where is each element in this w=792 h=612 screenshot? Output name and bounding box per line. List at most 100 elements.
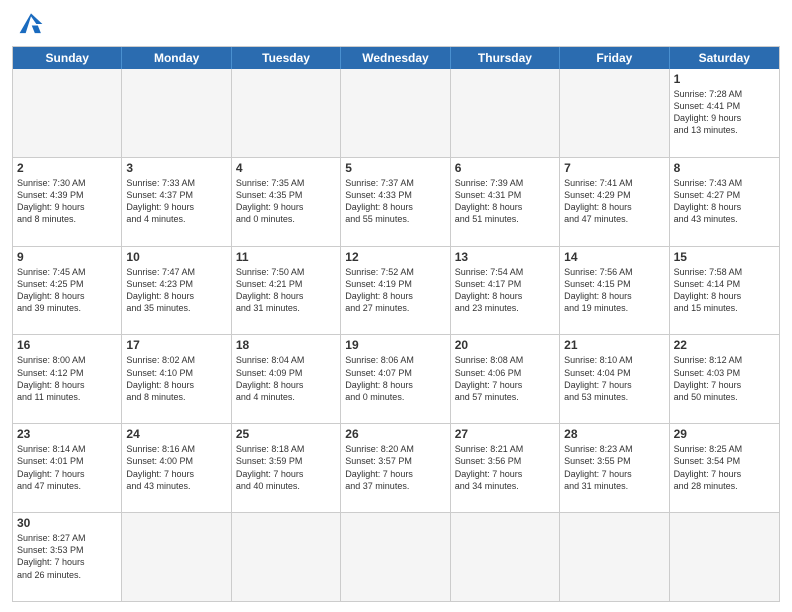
cell-sun-info: Sunrise: 7:33 AM Sunset: 4:37 PM Dayligh… [126, 177, 226, 226]
cell-sun-info: Sunrise: 8:27 AM Sunset: 3:53 PM Dayligh… [17, 532, 117, 581]
cell-day-number: 5 [345, 161, 445, 175]
calendar-cell: 14 Sunrise: 7:56 AM Sunset: 4:15 PM Dayli… [560, 247, 669, 336]
calendar-cell [451, 69, 560, 158]
cell-sun-info: Sunrise: 8:25 AM Sunset: 3:54 PM Dayligh… [674, 443, 775, 492]
header [12, 10, 780, 38]
cell-sun-info: Sunrise: 8:21 AM Sunset: 3:56 PM Dayligh… [455, 443, 555, 492]
cell-day-number: 16 [17, 338, 117, 352]
calendar-cell: 5 Sunrise: 7:37 AM Sunset: 4:33 PM Daylig… [341, 158, 450, 247]
cell-day-number: 20 [455, 338, 555, 352]
calendar-cell: 28 Sunrise: 8:23 AM Sunset: 3:55 PM Dayli… [560, 424, 669, 513]
calendar-cell: 6Sunrise: 7:39 AM Sunset: 4:31 PM Daylig… [451, 158, 560, 247]
cell-day-number: 9 [17, 250, 117, 264]
cell-day-number: 13 [455, 250, 555, 264]
cell-day-number: 29 [674, 427, 775, 441]
cell-sun-info: Sunrise: 8:20 AM Sunset: 3:57 PM Dayligh… [345, 443, 445, 492]
calendar-cell [341, 513, 450, 601]
cell-day-number: 11 [236, 250, 336, 264]
calendar-cell: 15 Sunrise: 7:58 AM Sunset: 4:14 PM Dayli… [670, 247, 779, 336]
day-header-monday: Monday [122, 47, 231, 69]
cell-day-number: 19 [345, 338, 445, 352]
calendar-cell: 30Sunrise: 8:27 AM Sunset: 3:53 PM Dayli… [13, 513, 122, 601]
calendar-cell: 11Sunrise: 7:50 AM Sunset: 4:21 PM Dayli… [232, 247, 341, 336]
calendar-cell: 22 Sunrise: 8:12 AM Sunset: 4:03 PM Dayli… [670, 335, 779, 424]
calendar-cell: 20Sunrise: 8:08 AM Sunset: 4:06 PM Dayli… [451, 335, 560, 424]
calendar-cell: 2 Sunrise: 7:30 AM Sunset: 4:39 PM Daylig… [13, 158, 122, 247]
calendar-cell: 13 Sunrise: 7:54 AM Sunset: 4:17 PM Dayli… [451, 247, 560, 336]
cell-sun-info: Sunrise: 7:54 AM Sunset: 4:17 PM Dayligh… [455, 266, 555, 315]
calendar-cell: 19 Sunrise: 8:06 AM Sunset: 4:07 PM Dayli… [341, 335, 450, 424]
cell-day-number: 25 [236, 427, 336, 441]
cell-day-number: 23 [17, 427, 117, 441]
day-header-saturday: Saturday [670, 47, 779, 69]
cell-day-number: 12 [345, 250, 445, 264]
calendar-cell: 1 Sunrise: 7:28 AM Sunset: 4:41 PM Daylig… [670, 69, 779, 158]
calendar-cell [560, 69, 669, 158]
cell-sun-info: Sunrise: 7:35 AM Sunset: 4:35 PM Dayligh… [236, 177, 336, 226]
calendar-cell: 23 Sunrise: 8:14 AM Sunset: 4:01 PM Dayli… [13, 424, 122, 513]
cell-sun-info: Sunrise: 8:12 AM Sunset: 4:03 PM Dayligh… [674, 354, 775, 403]
logo [12, 10, 56, 38]
cell-day-number: 27 [455, 427, 555, 441]
cell-day-number: 15 [674, 250, 775, 264]
cell-sun-info: Sunrise: 8:02 AM Sunset: 4:10 PM Dayligh… [126, 354, 226, 403]
cell-day-number: 17 [126, 338, 226, 352]
cell-day-number: 8 [674, 161, 775, 175]
calendar: SundayMondayTuesdayWednesdayThursdayFrid… [12, 46, 780, 602]
calendar-cell: 4 Sunrise: 7:35 AM Sunset: 4:35 PM Daylig… [232, 158, 341, 247]
calendar-cell [122, 513, 231, 601]
day-header-sunday: Sunday [13, 47, 122, 69]
cell-sun-info: Sunrise: 8:23 AM Sunset: 3:55 PM Dayligh… [564, 443, 664, 492]
cell-day-number: 7 [564, 161, 664, 175]
cell-day-number: 10 [126, 250, 226, 264]
day-header-tuesday: Tuesday [232, 47, 341, 69]
calendar-cell: 17 Sunrise: 8:02 AM Sunset: 4:10 PM Dayli… [122, 335, 231, 424]
cell-day-number: 4 [236, 161, 336, 175]
cell-day-number: 1 [674, 72, 775, 86]
cell-day-number: 18 [236, 338, 336, 352]
calendar-grid: 1 Sunrise: 7:28 AM Sunset: 4:41 PM Daylig… [13, 69, 779, 601]
calendar-cell: 27 Sunrise: 8:21 AM Sunset: 3:56 PM Dayli… [451, 424, 560, 513]
calendar-cell [122, 69, 231, 158]
calendar-cell: 7 Sunrise: 7:41 AM Sunset: 4:29 PM Daylig… [560, 158, 669, 247]
calendar-cell: 8Sunrise: 7:43 AM Sunset: 4:27 PM Daylig… [670, 158, 779, 247]
calendar-cell: 21Sunrise: 8:10 AM Sunset: 4:04 PM Dayli… [560, 335, 669, 424]
cell-sun-info: Sunrise: 7:28 AM Sunset: 4:41 PM Dayligh… [674, 88, 775, 137]
calendar-cell [232, 69, 341, 158]
cell-day-number: 26 [345, 427, 445, 441]
general-blue-logo-icon [12, 10, 50, 38]
calendar-cell: 18Sunrise: 8:04 AM Sunset: 4:09 PM Dayli… [232, 335, 341, 424]
cell-day-number: 14 [564, 250, 664, 264]
page: SundayMondayTuesdayWednesdayThursdayFrid… [0, 0, 792, 612]
cell-sun-info: Sunrise: 7:39 AM Sunset: 4:31 PM Dayligh… [455, 177, 555, 226]
cell-day-number: 24 [126, 427, 226, 441]
cell-sun-info: Sunrise: 8:18 AM Sunset: 3:59 PM Dayligh… [236, 443, 336, 492]
cell-sun-info: Sunrise: 7:56 AM Sunset: 4:15 PM Dayligh… [564, 266, 664, 315]
cell-sun-info: Sunrise: 7:52 AM Sunset: 4:19 PM Dayligh… [345, 266, 445, 315]
calendar-cell: 12 Sunrise: 7:52 AM Sunset: 4:19 PM Dayli… [341, 247, 450, 336]
calendar-cell [670, 513, 779, 601]
cell-sun-info: Sunrise: 8:06 AM Sunset: 4:07 PM Dayligh… [345, 354, 445, 403]
calendar-cell: 16Sunrise: 8:00 AM Sunset: 4:12 PM Dayli… [13, 335, 122, 424]
day-headers: SundayMondayTuesdayWednesdayThursdayFrid… [13, 47, 779, 69]
calendar-cell [341, 69, 450, 158]
cell-day-number: 22 [674, 338, 775, 352]
cell-sun-info: Sunrise: 8:14 AM Sunset: 4:01 PM Dayligh… [17, 443, 117, 492]
calendar-cell [560, 513, 669, 601]
cell-sun-info: Sunrise: 7:58 AM Sunset: 4:14 PM Dayligh… [674, 266, 775, 315]
cell-sun-info: Sunrise: 8:10 AM Sunset: 4:04 PM Dayligh… [564, 354, 664, 403]
day-header-friday: Friday [560, 47, 669, 69]
cell-sun-info: Sunrise: 7:30 AM Sunset: 4:39 PM Dayligh… [17, 177, 117, 226]
calendar-cell: 29 Sunrise: 8:25 AM Sunset: 3:54 PM Dayli… [670, 424, 779, 513]
day-header-wednesday: Wednesday [341, 47, 450, 69]
cell-sun-info: Sunrise: 7:41 AM Sunset: 4:29 PM Dayligh… [564, 177, 664, 226]
cell-day-number: 3 [126, 161, 226, 175]
calendar-cell: 3 Sunrise: 7:33 AM Sunset: 4:37 PM Daylig… [122, 158, 231, 247]
cell-sun-info: Sunrise: 7:47 AM Sunset: 4:23 PM Dayligh… [126, 266, 226, 315]
cell-day-number: 2 [17, 161, 117, 175]
cell-day-number: 28 [564, 427, 664, 441]
cell-sun-info: Sunrise: 7:37 AM Sunset: 4:33 PM Dayligh… [345, 177, 445, 226]
calendar-cell [232, 513, 341, 601]
calendar-cell: 25 Sunrise: 8:18 AM Sunset: 3:59 PM Dayli… [232, 424, 341, 513]
calendar-cell: 24Sunrise: 8:16 AM Sunset: 4:00 PM Dayli… [122, 424, 231, 513]
